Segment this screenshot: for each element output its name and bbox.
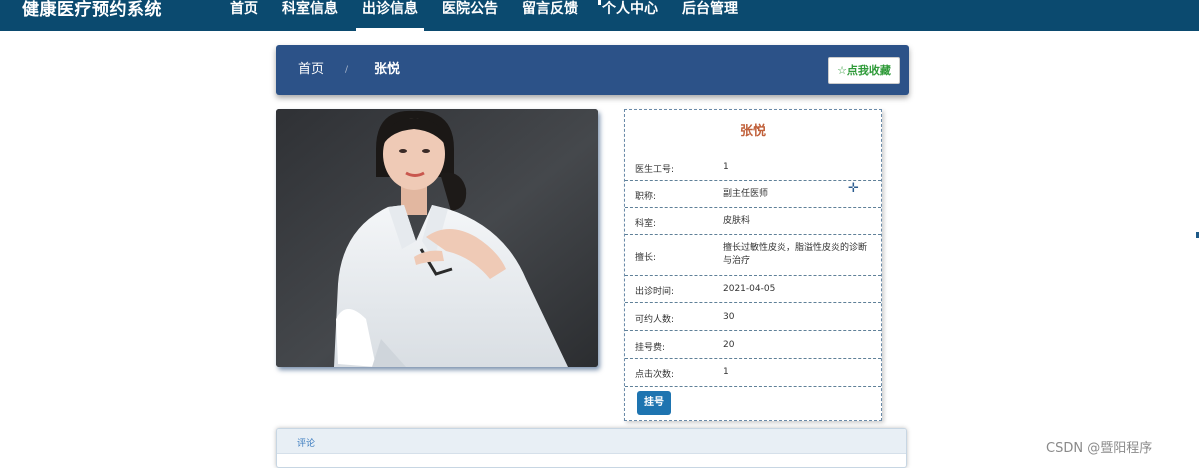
info-label: 擅长:: [635, 253, 657, 263]
info-value: 副主任医师: [723, 189, 769, 199]
nav-item-announcements[interactable]: 医院公告: [430, 0, 510, 31]
book-appointment-button[interactable]: 挂号: [637, 391, 671, 415]
nav-item-home[interactable]: 首页: [218, 0, 270, 31]
nav-item-profile[interactable]: 个人中心: [590, 0, 670, 31]
breadcrumb-separator: /: [345, 65, 349, 75]
info-label: 医生工号:: [635, 165, 675, 175]
info-value: 皮肤科: [723, 216, 751, 226]
info-row-fee: 挂号费: 20: [625, 331, 881, 359]
doctor-portrait-image: [276, 109, 598, 367]
info-label: 职称:: [635, 192, 657, 202]
nav-item-feedback[interactable]: 留言反馈: [510, 0, 590, 31]
info-label: 可约人数:: [635, 315, 675, 325]
info-row-capacity: 可约人数: 30: [625, 303, 881, 331]
info-value: 20: [723, 340, 735, 350]
breadcrumb-bar: 首页 / 张悦 ☆点我收藏: [276, 45, 909, 95]
doctor-info-card: 张悦 医生工号: 1 职称: 副主任医师 科室: 皮肤科 擅长: 擅长过敏性皮炎…: [624, 109, 882, 421]
info-value: 30: [723, 312, 735, 322]
info-row-clicks: 点击次数: 1: [625, 359, 881, 387]
info-row-title: 职称: 副主任医师: [625, 181, 881, 208]
doctor-name: 张悦: [739, 124, 766, 139]
info-row-specialty: 擅长: 擅长过敏性皮炎，脂溢性皮炎的诊断与治疗: [625, 235, 881, 276]
comments-panel: 评论: [276, 428, 907, 468]
comments-header: [277, 429, 906, 454]
doctor-photo: [276, 109, 598, 367]
site-brand[interactable]: 健康医疗预约系统: [22, 0, 162, 31]
top-navbar: 健康医疗预约系统 首页 科室信息 出诊信息 医院公告 留言反馈 个人中心 后台管…: [0, 0, 1199, 31]
breadcrumb-home-link[interactable]: 首页: [298, 45, 324, 95]
breadcrumb-current: 张悦: [374, 62, 401, 77]
nav-item-admin[interactable]: 后台管理: [670, 0, 750, 31]
info-label: 科室:: [635, 219, 657, 229]
watermark: CSDN @暨阳程序: [1046, 441, 1153, 456]
info-label: 点击次数:: [635, 370, 675, 380]
info-value: 1: [723, 367, 729, 377]
info-value: 1: [723, 162, 729, 172]
info-value: 擅长过敏性皮炎，脂溢性皮炎的诊断与治疗: [723, 243, 868, 266]
info-row-clinic-time: 出诊时间: 2021-04-05: [625, 276, 881, 303]
main-nav: 首页 科室信息 出诊信息 医院公告 留言反馈 个人中心 后台管理: [218, 0, 750, 31]
nav-indicator-dot: [598, 0, 601, 5]
nav-item-clinic-schedule[interactable]: 出诊信息: [350, 0, 430, 31]
nav-item-departments[interactable]: 科室信息: [270, 0, 350, 31]
info-row-department: 科室: 皮肤科: [625, 208, 881, 235]
favorite-button[interactable]: ☆点我收藏: [828, 57, 900, 84]
move-cursor-icon: ✛: [848, 181, 859, 196]
info-value: 2021-04-05: [723, 284, 776, 294]
comments-title: 评论: [297, 439, 316, 449]
info-label: 挂号费:: [635, 343, 666, 353]
info-row-doctor-id: 医生工号: 1: [625, 154, 881, 181]
info-label: 出诊时间:: [635, 287, 675, 297]
